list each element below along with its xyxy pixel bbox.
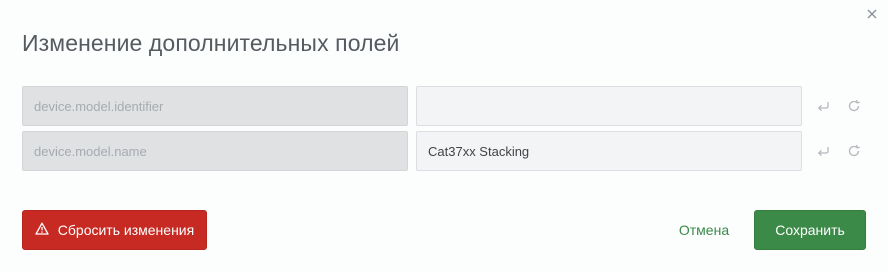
close-icon[interactable] xyxy=(864,6,880,22)
field-row: device.model.identifier xyxy=(22,86,872,126)
cancel-button[interactable]: Отмена xyxy=(668,210,740,250)
field-key: device.model.identifier xyxy=(22,86,408,126)
undo-icon[interactable] xyxy=(815,143,831,159)
field-key: device.model.name xyxy=(22,131,408,171)
field-row: device.model.name xyxy=(22,131,872,171)
save-button[interactable]: Сохранить xyxy=(754,210,866,250)
field-key-label: device.model.identifier xyxy=(34,98,164,114)
field-value-input[interactable] xyxy=(416,131,802,171)
dialog-title: Изменение дополнительных полей xyxy=(22,30,400,56)
refresh-icon[interactable] xyxy=(846,143,862,159)
edit-fields-dialog: Изменение дополнительных полей device.mo… xyxy=(0,0,888,272)
warning-icon xyxy=(35,222,49,238)
undo-icon[interactable] xyxy=(815,98,831,114)
reset-changes-label: Сбросить изменения xyxy=(57,222,195,238)
field-value-input[interactable] xyxy=(416,86,802,126)
reset-changes-button[interactable]: Сбросить изменения xyxy=(22,210,207,250)
refresh-icon[interactable] xyxy=(846,98,862,114)
field-key-label: device.model.name xyxy=(34,143,147,159)
